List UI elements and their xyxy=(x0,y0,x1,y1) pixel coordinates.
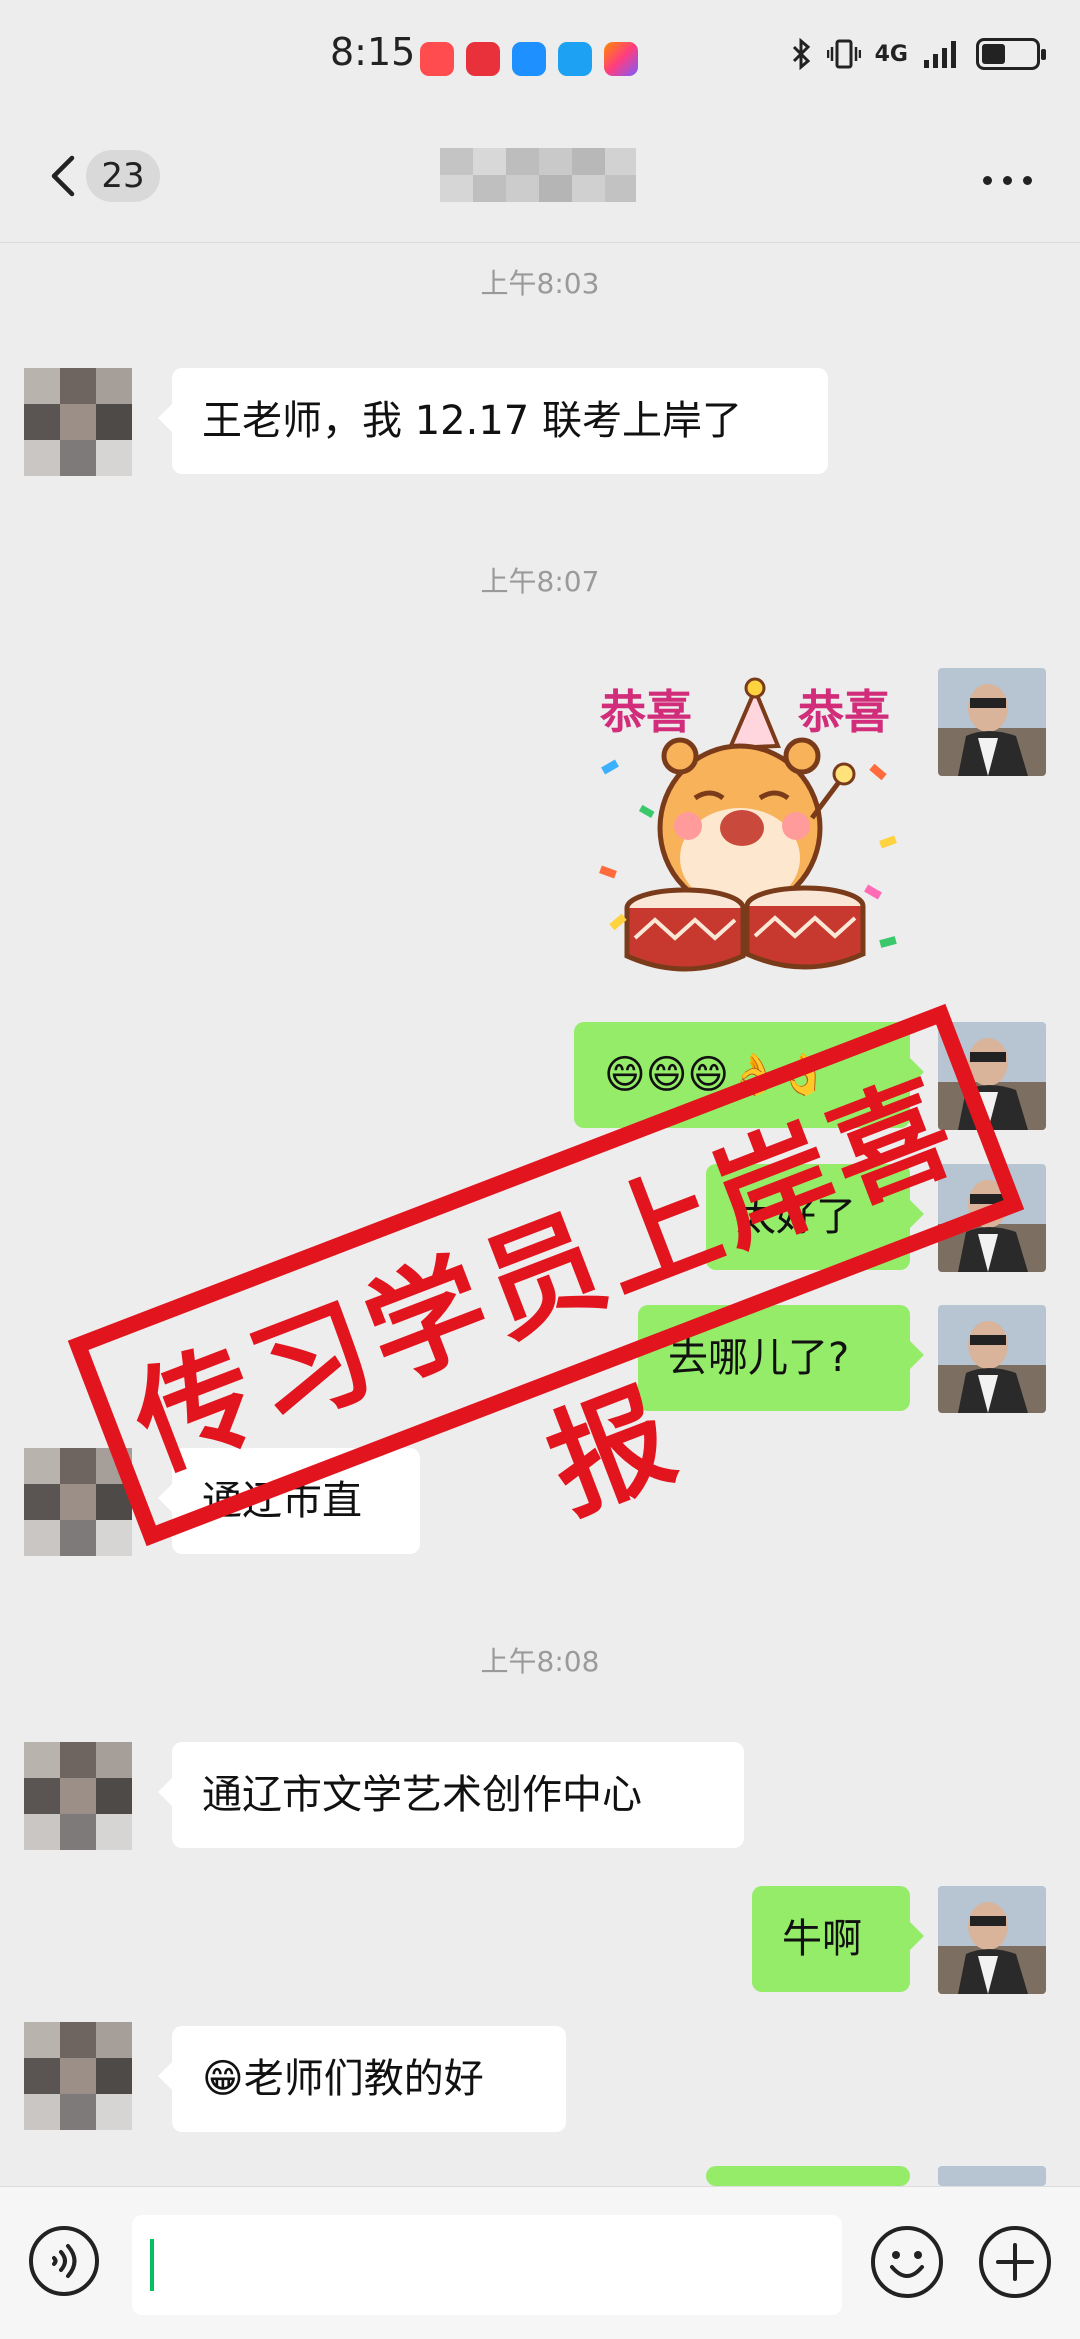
my-avatar[interactable] xyxy=(938,668,1046,776)
status-bar: 8:15 4G xyxy=(0,0,1080,110)
chat-header: 23 xyxy=(0,110,1080,243)
app-notification-icon xyxy=(604,42,638,76)
plus-icon[interactable] xyxy=(978,2225,1052,2299)
outgoing-message[interactable]: 牛啊 xyxy=(752,1886,924,1992)
battery-level xyxy=(982,44,1005,64)
incoming-message[interactable]: 王老师，我 12.17 联考上岸了 xyxy=(158,368,828,474)
message-timestamp: 上午8:08 xyxy=(480,1645,600,1678)
input-bar xyxy=(0,2186,1080,2339)
my-avatar[interactable] xyxy=(938,1886,1046,1994)
incoming-message[interactable]: 😁老师们教的好 xyxy=(158,2026,566,2132)
network-type: 4G xyxy=(874,41,908,67)
message-input[interactable] xyxy=(132,2215,842,2315)
success-stamp-overlay: 传习学员上岸喜报 xyxy=(67,1003,1025,1547)
app-notification-icon xyxy=(512,42,546,76)
signal-icon xyxy=(924,41,956,68)
battery-icon xyxy=(976,38,1046,70)
outgoing-message-partial xyxy=(706,2166,924,2230)
contact-avatar[interactable] xyxy=(24,1742,132,1850)
more-options-icon[interactable] xyxy=(983,176,1032,185)
status-right: 4G xyxy=(791,38,1046,70)
emoji-icon[interactable] xyxy=(870,2225,944,2299)
message-timestamp: 上午8:03 xyxy=(480,267,600,300)
sticker-text-left: 恭喜 xyxy=(599,685,692,739)
contact-avatar[interactable] xyxy=(24,368,132,476)
vibrate-icon xyxy=(826,39,861,69)
app-notification-icon xyxy=(420,42,454,76)
bluetooth-icon xyxy=(792,38,810,70)
chat-title-pixelated xyxy=(440,148,636,202)
voice-input-icon[interactable] xyxy=(28,2225,100,2297)
status-time: 8:15 xyxy=(330,30,416,74)
app-notification-icon xyxy=(558,42,592,76)
incoming-message[interactable]: 通辽市文学艺术创作中心 xyxy=(158,1742,744,1848)
app-notification-icon xyxy=(466,42,500,76)
congratulations-sticker[interactable]: 恭喜 恭喜 xyxy=(580,668,920,988)
my-avatar[interactable] xyxy=(938,1305,1046,1413)
my-avatar xyxy=(938,2166,1046,2186)
contact-avatar[interactable] xyxy=(24,2022,132,2130)
sticker-text-right: 恭喜 xyxy=(797,685,890,739)
notification-icons xyxy=(420,42,638,76)
message-timestamp: 上午8:07 xyxy=(480,565,600,598)
text-cursor xyxy=(150,2239,154,2291)
unread-count-badge[interactable]: 23 xyxy=(86,150,160,202)
